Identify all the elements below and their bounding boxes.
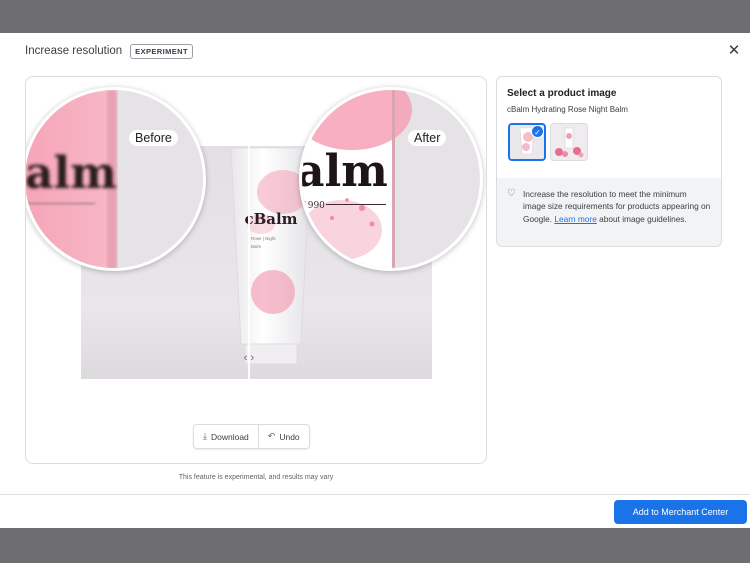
experimental-note: This feature is experimental, and result…	[178, 474, 334, 481]
dialog-title: Increase resolution	[25, 45, 123, 57]
image-actions: ⤓ Download ↶ Undo	[193, 424, 310, 449]
increase-resolution-dialog: Increase resolution EXPERIMENT ✕ cBalm R…	[0, 33, 750, 528]
undo-button[interactable]: ↶ Undo	[257, 425, 309, 448]
before-label: Before	[129, 130, 178, 146]
before-zoom-text: alm	[25, 148, 117, 199]
dialog-header: Increase resolution EXPERIMENT	[25, 43, 193, 59]
lightbulb-icon: ♡	[507, 188, 516, 199]
undo-label: Undo	[279, 431, 300, 442]
after-zoom-text: alm	[302, 146, 388, 197]
after-zoom-image: alm 1990	[302, 90, 480, 268]
download-label: Download	[210, 431, 249, 442]
product-image-panel: Select a product image cBalm Hydrating R…	[496, 76, 722, 247]
undo-icon: ↶	[267, 431, 276, 441]
before-zoom-image: alm	[25, 90, 203, 268]
svg-text:Rose | Night: Rose | Night	[251, 236, 276, 241]
comparison-preview: cBalm Rose | Night Balm ‹ › alm Before a…	[25, 76, 487, 464]
after-zoom-year: 1990	[302, 201, 325, 211]
after-label: After	[408, 130, 447, 146]
product-thumbnail-2[interactable]	[550, 123, 588, 161]
panel-title: Select a product image	[507, 88, 617, 99]
download-icon: ⤓	[203, 431, 207, 441]
product-name: cBalm Hydrating Rose Night Balm	[507, 105, 628, 114]
experiment-badge: EXPERIMENT	[130, 43, 193, 59]
before-magnifier: alm Before	[25, 87, 206, 271]
svg-text:Balm: Balm	[251, 244, 262, 249]
learn-more-link[interactable]: Learn more	[554, 214, 596, 224]
info-text-suffix: about image guidelines.	[599, 213, 687, 224]
close-icon[interactable]: ✕	[724, 41, 744, 61]
add-to-merchant-center-button[interactable]: Add to Merchant Center	[614, 500, 747, 524]
tube-brand-text: cBalm	[244, 210, 297, 228]
comparison-divider[interactable]	[248, 146, 250, 379]
selected-check-icon: ✓	[531, 125, 544, 138]
after-magnifier: alm 1990 After	[299, 87, 483, 271]
chevron-left-right-icon[interactable]: ‹ ›	[237, 350, 261, 366]
footer-divider	[0, 494, 750, 495]
resolution-info: ♡ Increase the resolution to meet the mi…	[497, 178, 721, 246]
download-button[interactable]: ⤓ Download	[194, 425, 258, 448]
